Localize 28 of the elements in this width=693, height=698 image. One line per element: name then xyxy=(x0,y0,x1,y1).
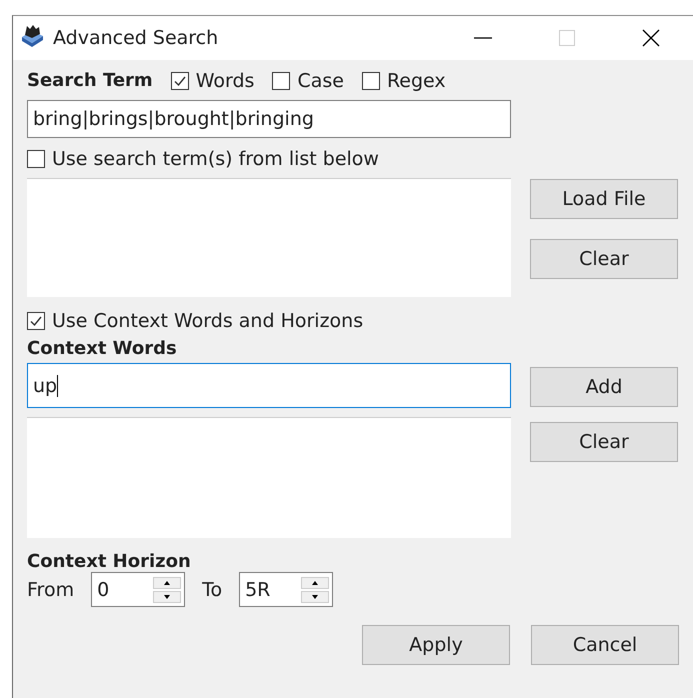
spin-up-icon[interactable] xyxy=(153,576,182,588)
clear-button[interactable]: Clear xyxy=(530,239,678,279)
input-field[interactable]: bring|brings|brought|bringing xyxy=(27,100,511,138)
text-cursor xyxy=(57,374,58,396)
load-file-button[interactable]: Load File xyxy=(530,179,678,219)
checkbox[interactable]: Regex xyxy=(362,70,446,92)
field-label: To xyxy=(202,578,222,600)
section-label: Search Term xyxy=(27,70,153,91)
spin-box[interactable]: 5R xyxy=(239,572,334,607)
checkbox[interactable]: Use Context Words and Horizons xyxy=(27,310,364,332)
cancel-button[interactable]: Cancel xyxy=(531,625,679,665)
input-field[interactable]: up xyxy=(27,363,511,408)
app-icon xyxy=(19,23,45,49)
field-label: From xyxy=(27,578,74,600)
spin-down-icon[interactable] xyxy=(301,590,330,602)
apply-button[interactable]: Apply xyxy=(362,625,510,665)
spin-up-icon[interactable] xyxy=(301,576,330,588)
close-icon[interactable] xyxy=(641,28,661,48)
clear-button[interactable]: Clear xyxy=(530,422,678,462)
spin-down-icon[interactable] xyxy=(153,590,182,602)
spin-box[interactable]: 0 xyxy=(91,572,186,607)
section-label: Context Words xyxy=(27,338,178,359)
checkbox[interactable]: Words xyxy=(170,70,254,92)
checkbox[interactable]: Case xyxy=(272,70,344,92)
section-label: Context Horizon xyxy=(27,551,192,572)
checkbox[interactable]: Use search term(s) from list below xyxy=(27,148,379,170)
add-button[interactable]: Add xyxy=(530,367,678,407)
window-title: Advanced Search xyxy=(53,27,220,49)
